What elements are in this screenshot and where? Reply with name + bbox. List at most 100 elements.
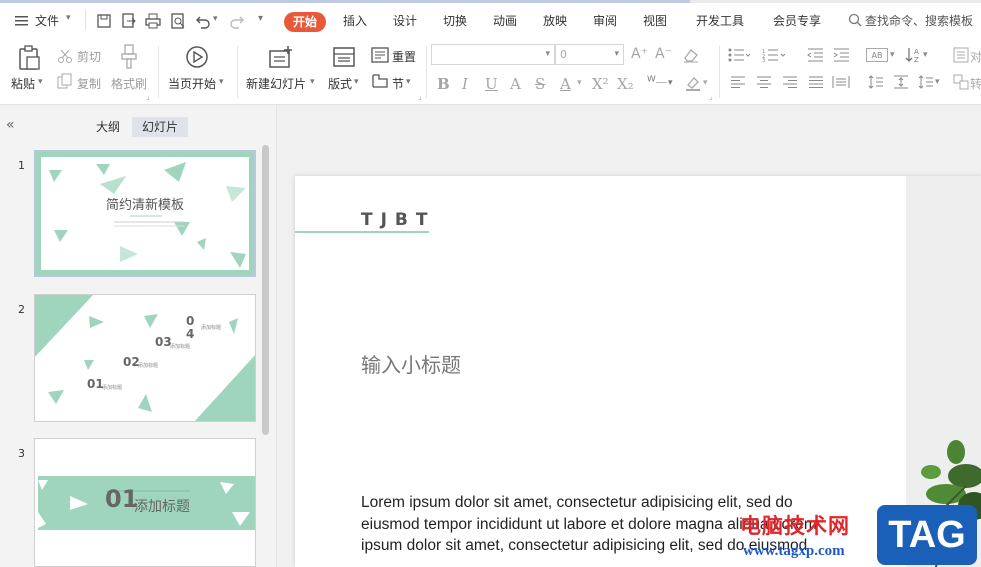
subscript-icon[interactable]: X₂ (617, 75, 634, 93)
slide-subtitle[interactable]: 输入小标题 (361, 349, 461, 378)
watermark-url: www.tagxp.com (743, 543, 845, 559)
new-slide-button[interactable]: 新建幻灯片 (246, 75, 306, 92)
chevron-down-icon[interactable]: ▾ (38, 77, 43, 87)
paste-button[interactable]: 粘贴 (11, 75, 35, 92)
chevron-down-icon[interactable]: ▾ (213, 14, 218, 24)
chevron-down-icon[interactable]: ▾ (354, 77, 359, 87)
convert-smartart-label: 转 (970, 77, 981, 91)
slides-launcher-icon[interactable]: ⌟ (418, 92, 422, 101)
paragraph-icon[interactable] (918, 74, 934, 90)
numbering-icon[interactable]: 123 (762, 48, 786, 62)
increase-font-icon[interactable]: A⁺ (631, 46, 648, 62)
format-painter-button[interactable]: 格式刷 (111, 75, 147, 92)
slide-number: 3 (18, 447, 25, 460)
undo-icon[interactable] (195, 13, 211, 29)
slide-2-item-label: 添加标题 (201, 325, 222, 331)
highlight-icon[interactable] (684, 75, 702, 91)
phonetic-icon[interactable]: ᵂ⏤ (647, 74, 667, 90)
decrease-indent-icon[interactable] (806, 48, 824, 62)
underline-icon[interactable]: U (485, 75, 498, 93)
chevron-down-icon[interactable]: ▾ (219, 77, 224, 87)
slide-thumbnail-2[interactable]: 01 添加标题 02 添加标题 03 添加标题 0 4 添加标题 (34, 294, 256, 422)
tab-slides[interactable]: 幻灯片 (132, 117, 188, 137)
tab-developer[interactable]: 开发工具 (696, 12, 744, 29)
bold-icon[interactable]: B (437, 75, 450, 93)
slide-2-item: 0 4 (186, 314, 195, 341)
chevron-down-icon[interactable]: ▾ (577, 78, 582, 88)
paste-icon[interactable] (17, 45, 41, 71)
play-icon (186, 46, 208, 68)
text-box-icon[interactable]: AB (866, 48, 888, 62)
svg-text:Z: Z (914, 56, 919, 64)
slide-2-item-label: 添加标题 (170, 344, 191, 350)
align-center-icon[interactable] (756, 76, 772, 89)
slide-brand[interactable]: TJBT (361, 210, 435, 230)
print-icon[interactable] (145, 13, 161, 29)
tab-member[interactable]: 会员专享 (773, 12, 821, 29)
slide-number: 2 (18, 303, 25, 316)
hamburger-icon (15, 16, 28, 26)
play-from-current-button[interactable]: 当页开始 (168, 75, 216, 92)
reset-button[interactable]: 重置 (392, 48, 416, 65)
align-left-icon[interactable] (730, 76, 746, 89)
layout-button[interactable]: 版式 (328, 75, 352, 92)
font-color-icon[interactable]: A (560, 75, 571, 93)
justify-icon[interactable] (808, 76, 824, 89)
font-family-select[interactable]: ▾ (431, 44, 555, 65)
copy-icon (57, 73, 72, 89)
line-spacing-icon[interactable] (868, 74, 884, 90)
text-shadow-icon[interactable]: A (510, 75, 521, 93)
increase-indent-icon[interactable] (832, 48, 850, 62)
decrease-font-icon[interactable]: A⁻ (655, 46, 672, 62)
font-size-value: 0 (560, 48, 567, 61)
slide-thumbnail-1[interactable]: 简约清新模板 (34, 150, 256, 277)
slide-3-title: 添加标题 (134, 499, 190, 515)
pane-scrollbar[interactable] (262, 145, 269, 435)
copy-button[interactable]: 复制 (77, 75, 101, 92)
tab-transitions[interactable]: 切换 (443, 12, 467, 29)
tab-review[interactable]: 审阅 (593, 12, 617, 29)
tab-insert[interactable]: 插入 (343, 12, 367, 29)
slide-thumbnail-3[interactable]: 01 添加标题 (34, 438, 256, 567)
italic-icon[interactable]: I (462, 75, 468, 93)
tab-outline[interactable]: 大纲 (88, 117, 128, 137)
superscript-icon[interactable]: X² (592, 75, 609, 93)
font-size-select[interactable]: 0 ▾ (555, 44, 624, 65)
command-search-label: 查找命令、搜索模板 (865, 14, 974, 28)
align-text-icon[interactable] (953, 47, 969, 63)
tab-design[interactable]: 设计 (393, 12, 417, 29)
bullets-icon[interactable] (728, 48, 750, 62)
print-preview-icon[interactable] (170, 13, 186, 29)
cut-button[interactable]: 剪切 (77, 48, 101, 65)
distribute-icon[interactable] (832, 75, 850, 89)
sort-icon[interactable]: AZ (904, 46, 922, 64)
collapse-pane-icon[interactable]: « (6, 117, 15, 133)
font-launcher-icon[interactable]: ⌟ (709, 92, 713, 101)
tab-slideshow[interactable]: 放映 (543, 12, 567, 29)
section-button[interactable]: 节 (392, 75, 404, 92)
chevron-down-icon[interactable]: ▾ (310, 77, 315, 87)
chevron-down-icon[interactable]: ▾ (935, 77, 940, 87)
clipboard-launcher-icon[interactable]: ⌟ (146, 92, 150, 101)
command-search[interactable]: 查找命令、搜索模板 (848, 12, 981, 30)
strikethrough-icon[interactable]: S (535, 75, 545, 93)
chevron-down-icon[interactable]: ▾ (406, 77, 411, 87)
convert-smartart-icon[interactable] (953, 74, 969, 90)
format-painter-icon (121, 44, 137, 69)
chevron-down-icon[interactable]: ▾ (703, 78, 708, 88)
menu-bar: 文件 ▾ ▾ ▾ 开始 插入 设计 切换 动画 放映 审阅 视图 开发工具 会员… (0, 0, 981, 41)
export-pdf-icon[interactable] (121, 13, 137, 29)
svg-text:3: 3 (762, 58, 765, 62)
chevron-down-icon[interactable]: ▾ (923, 50, 928, 60)
customize-toolbar-icon[interactable]: ▾ (258, 13, 263, 24)
tab-animations[interactable]: 动画 (493, 12, 517, 29)
align-right-icon[interactable] (782, 76, 798, 89)
save-icon[interactable] (96, 13, 112, 29)
chevron-down-icon[interactable]: ▾ (668, 78, 673, 88)
redo-icon[interactable] (229, 13, 245, 29)
tab-view[interactable]: 视图 (643, 12, 667, 29)
tab-home[interactable]: 开始 (284, 12, 326, 32)
paragraph-spacing-icon[interactable] (893, 74, 909, 90)
clear-format-icon[interactable] (682, 47, 700, 63)
chevron-down-icon[interactable]: ▾ (890, 50, 895, 60)
